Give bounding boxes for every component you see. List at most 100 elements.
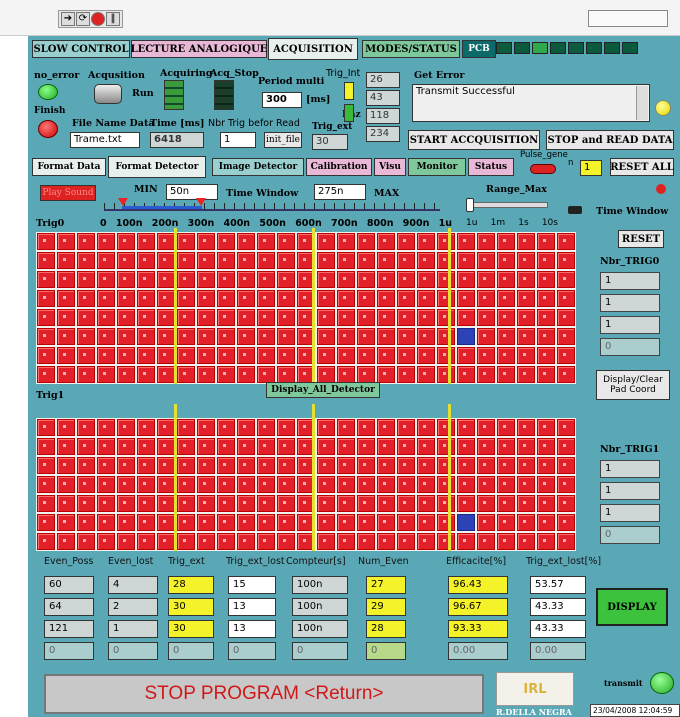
pad-cell[interactable] [377,290,395,307]
pad-cell[interactable] [377,271,395,288]
pause-icon[interactable]: ‖ [106,12,120,26]
pad-cell[interactable] [37,233,55,250]
pad-cell[interactable] [97,514,115,531]
pad-cell[interactable] [437,438,455,455]
pad-cell[interactable] [57,328,75,345]
pad-cell[interactable] [57,495,75,512]
pad-cell[interactable] [377,309,395,326]
pad-cell[interactable] [517,347,535,364]
pad-cell[interactable] [277,328,295,345]
pad-cell[interactable] [497,476,515,493]
pad-cell[interactable] [217,495,235,512]
pad-cell[interactable] [257,457,275,474]
pad-cell[interactable] [197,290,215,307]
pad-cell[interactable] [317,438,335,455]
get-error-scrollbar[interactable] [636,86,648,120]
pad-cell[interactable] [237,290,255,307]
pad-cell[interactable] [237,533,255,550]
pad-cell[interactable] [517,328,535,345]
pad-cell[interactable] [377,419,395,436]
stop-program-button[interactable]: STOP PROGRAM <Return> [44,674,484,714]
pad-cell[interactable] [457,419,475,436]
pad-cell[interactable] [317,476,335,493]
pad-cell[interactable] [237,347,255,364]
pad-cell[interactable] [97,366,115,383]
pad-cell[interactable] [437,271,455,288]
pad-cell[interactable] [197,271,215,288]
pad-cell[interactable] [517,457,535,474]
pad-cell[interactable] [317,419,335,436]
pad-cell[interactable] [257,328,275,345]
pad-cell[interactable] [217,233,235,250]
pad-cell[interactable] [337,290,355,307]
pad-cell[interactable] [137,309,155,326]
pad-cell[interactable] [117,438,135,455]
pad-cell[interactable] [277,438,295,455]
pad-cell[interactable] [417,252,435,269]
pad-cell[interactable] [177,514,195,531]
pad-cell[interactable] [177,366,195,383]
pad-cell[interactable] [197,328,215,345]
pad-cell[interactable] [117,252,135,269]
pad-cell[interactable] [137,533,155,550]
pad-cell[interactable] [257,290,275,307]
pad-cell[interactable] [357,252,375,269]
pad-cell[interactable] [97,457,115,474]
pad-cell[interactable] [457,233,475,250]
pad-cell[interactable] [457,271,475,288]
stop-icon[interactable] [91,12,105,26]
pad-cell[interactable] [397,476,415,493]
tab-modes-status[interactable]: MODES/STATUS [362,40,460,58]
pad-cell[interactable] [337,419,355,436]
pad-cell[interactable] [337,366,355,383]
pad-cell[interactable] [117,495,135,512]
pad-cell[interactable] [417,438,435,455]
pad-cell[interactable] [277,533,295,550]
tab-pcb[interactable]: PCB [462,40,496,58]
pad-cell[interactable] [337,533,355,550]
pad-cell[interactable] [177,290,195,307]
pad-cell[interactable] [277,233,295,250]
pad-cell[interactable] [417,290,435,307]
pad-cell[interactable] [457,438,475,455]
pad-cell[interactable] [397,495,415,512]
pad-cell[interactable] [77,514,95,531]
pad-cell[interactable] [37,476,55,493]
pad-cell[interactable] [517,514,535,531]
pad-cell[interactable] [277,347,295,364]
tab-lecture-analogique[interactable]: LECTURE ANALOGIQUE [131,40,267,58]
pad-cell[interactable] [417,233,435,250]
pad-cell[interactable] [437,347,455,364]
pad-cell[interactable] [537,347,555,364]
pad-cell[interactable] [477,309,495,326]
pad-cell[interactable] [357,290,375,307]
tab-acquisition[interactable]: ACQUISITION [268,38,358,60]
pad-cell[interactable] [457,476,475,493]
pad-cell[interactable] [457,347,475,364]
pad-cell[interactable] [237,309,255,326]
pad-cell[interactable] [217,533,235,550]
subtab-visu[interactable]: Visu [374,158,406,176]
pad-cell[interactable] [417,419,435,436]
pad-cell[interactable] [537,271,555,288]
pad-cell[interactable] [117,290,135,307]
pad-cell[interactable] [357,233,375,250]
pad-cell[interactable] [97,419,115,436]
pad-cell[interactable] [77,457,95,474]
subtab-image-detector[interactable]: Image Detector [212,158,304,176]
pad-cell[interactable] [137,271,155,288]
pad-cell[interactable] [37,419,55,436]
pad-cell[interactable] [57,252,75,269]
reset-all-button[interactable]: RESET ALL [610,158,674,176]
pad-cell[interactable] [177,457,195,474]
pad-cell[interactable] [497,328,515,345]
pad-cell[interactable] [97,347,115,364]
pad-cell[interactable] [417,533,435,550]
pad-cell[interactable] [357,476,375,493]
pad-cell[interactable] [417,514,435,531]
pad-cell[interactable] [497,514,515,531]
pad-cell[interactable] [57,366,75,383]
pad-cell[interactable] [137,290,155,307]
pad-cell[interactable] [497,419,515,436]
pad-cell[interactable] [57,309,75,326]
